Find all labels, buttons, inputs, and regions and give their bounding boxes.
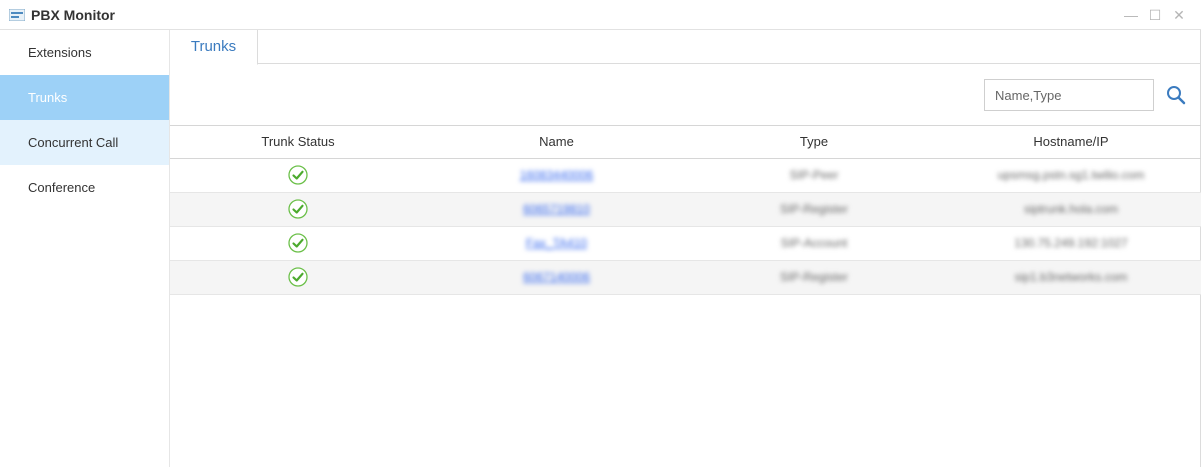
status-ok-icon xyxy=(288,165,308,185)
search-icon[interactable] xyxy=(1166,85,1186,105)
table-row: 6067140006 SIP-Register sip1.b3networks.… xyxy=(170,261,1201,295)
sidebar-item-conference[interactable]: Conference xyxy=(0,165,169,210)
trunks-table: Trunk Status Name Type Hostname/IP 16083… xyxy=(170,125,1201,295)
trunk-name-cell: 6067140006 xyxy=(426,261,687,294)
table-row: Fax_TA410 SIP-Account 130.75.249.192:102… xyxy=(170,227,1201,261)
status-cell xyxy=(170,227,426,260)
trunk-name-link[interactable]: 16083440006 xyxy=(520,168,593,182)
tab-trunks[interactable]: Trunks xyxy=(170,30,258,65)
sidebar-item-concurrent-call[interactable]: Concurrent Call xyxy=(0,120,169,165)
tab-bar: Trunks xyxy=(170,30,1201,65)
column-header-name[interactable]: Name xyxy=(426,126,687,158)
trunk-name-link[interactable]: 6067140006 xyxy=(523,270,590,284)
sidebar-item-trunks[interactable]: Trunks xyxy=(0,75,169,120)
trunk-type-cell: SIP-Peer xyxy=(789,168,839,182)
status-ok-icon xyxy=(288,267,308,287)
trunk-host-cell: upsmsg.pstn.sg1.twilio.com xyxy=(997,168,1145,182)
trunk-name-cell: Fax_TA410 xyxy=(426,227,687,260)
sidebar: Extensions Trunks Concurrent Call Confer… xyxy=(0,30,170,467)
table-row: 6065719810 SIP-Register siptrunk.hola.co… xyxy=(170,193,1201,227)
column-header-type[interactable]: Type xyxy=(687,126,941,158)
main-panel: Trunks Trunk Status Name Type Hostname/I… xyxy=(170,30,1201,467)
status-ok-icon xyxy=(288,233,308,253)
trunk-type-cell: SIP-Register xyxy=(779,270,849,284)
table-row: 16083440006 SIP-Peer upsmsg.pstn.sg1.twi… xyxy=(170,159,1201,193)
trunk-host-cell: 130.75.249.192:1027 xyxy=(1014,236,1128,250)
trunk-type-cell: SIP-Account xyxy=(780,236,848,250)
status-cell xyxy=(170,159,426,192)
trunk-host-cell: sip1.b3networks.com xyxy=(1014,270,1128,284)
sidebar-item-extensions[interactable]: Extensions xyxy=(0,30,169,75)
title-bar: PBX Monitor — ☐ ✕ xyxy=(0,0,1201,30)
trunk-name-link[interactable]: 6065719810 xyxy=(523,202,590,216)
window-title: PBX Monitor xyxy=(31,7,115,23)
trunk-name-cell: 6065719810 xyxy=(426,193,687,226)
search-input[interactable] xyxy=(984,79,1154,111)
maximize-button[interactable]: ☐ xyxy=(1145,5,1165,25)
close-button[interactable]: ✕ xyxy=(1169,5,1189,25)
status-cell xyxy=(170,193,426,226)
column-header-trunk-status[interactable]: Trunk Status xyxy=(170,126,426,158)
trunk-host-cell: siptrunk.hola.com xyxy=(1023,202,1119,216)
minimize-button[interactable]: — xyxy=(1121,5,1141,25)
status-ok-icon xyxy=(288,199,308,219)
trunk-type-cell: SIP-Register xyxy=(779,202,849,216)
column-header-hostname[interactable]: Hostname/IP xyxy=(941,126,1201,158)
table-header: Trunk Status Name Type Hostname/IP xyxy=(170,125,1201,159)
status-cell xyxy=(170,261,426,294)
app-icon xyxy=(9,9,25,21)
trunk-name-cell: 16083440006 xyxy=(426,159,687,192)
trunk-name-link[interactable]: Fax_TA410 xyxy=(526,236,587,250)
